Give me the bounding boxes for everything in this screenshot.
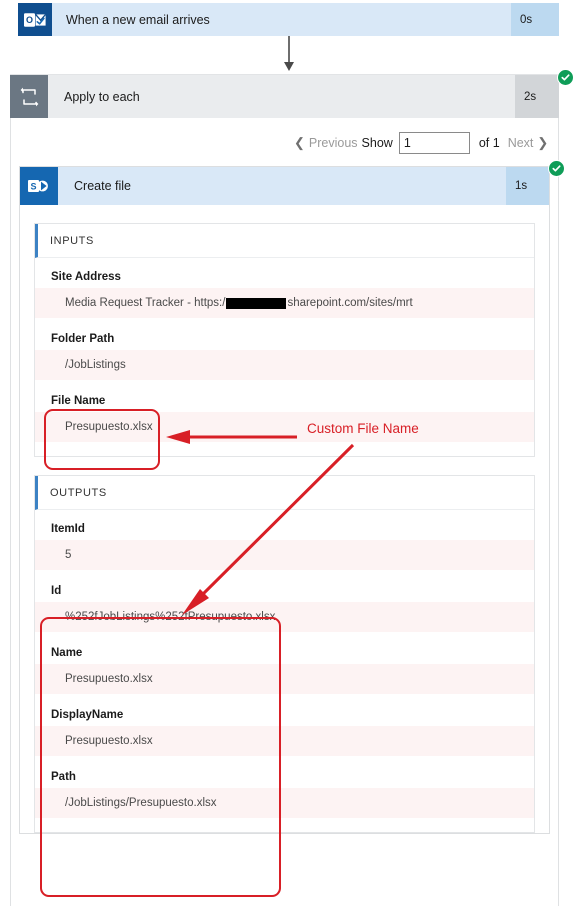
outlook-icon: O [18,3,52,36]
pagination-controls: ❮ Previous Show of 1 Next ❯ [290,130,552,156]
action-success-badge [548,160,565,177]
loop-duration: 2s [515,75,559,118]
loop-repeat-icon [10,75,48,118]
field-displayname: DisplayName Presupuesto.xlsx [35,696,534,756]
action-duration: 1s [506,167,549,205]
field-id: Id %252fJobListings%252fPresupuesto.xlsx [35,572,534,632]
trigger-card-when-a-new-email-arrives[interactable]: O When a new email arrives 0s [18,3,559,36]
sharepoint-icon: S [20,167,58,205]
action-title: Create file [74,179,131,193]
annotation-label-custom-file-name: Custom File Name [307,421,419,436]
flow-run-details-page: O When a new email arrives 0s Apply to e… [0,0,577,906]
svg-text:S: S [30,181,36,191]
chevron-right-icon[interactable]: ❯ [537,135,548,151]
next-button[interactable]: Next [508,136,534,150]
site-address-prefix: Media Request Tracker - https:/ [65,297,226,309]
trigger-duration: 0s [511,3,559,36]
field-path: Path /JobListings/Presupuesto.xlsx [35,758,534,818]
page-total-label: of 1 [478,136,500,150]
field-label: Path [51,771,76,783]
field-value: Presupuesto.xlsx [35,726,534,756]
inputs-section: INPUTS Site Address Media Request Tracke… [34,223,535,457]
redaction-block [226,297,287,309]
connector-arrow-icon [282,36,296,74]
field-label: Id [51,585,62,597]
loop-success-badge [557,69,574,86]
field-value: /JobListings/Presupuesto.xlsx [35,788,534,818]
previous-button[interactable]: Previous [309,136,358,150]
field-value: 5 [35,540,534,570]
inputs-section-header: INPUTS [35,224,534,258]
outputs-section-header: OUTPUTS [35,476,534,510]
field-value: Presupuesto.xlsx [35,412,534,442]
field-itemid: ItemId 5 [35,510,534,570]
page-number-input[interactable] [398,132,470,154]
chevron-left-icon[interactable]: ❮ [294,135,305,151]
site-address-suffix: sharepoint.com/sites/mrt [287,297,413,309]
outputs-section: OUTPUTS ItemId 5 Id %252fJobListings%252… [34,475,535,833]
field-label: Folder Path [51,333,115,345]
svg-text:O: O [26,15,33,25]
field-name: Name Presupuesto.xlsx [35,634,534,694]
action-header[interactable]: S Create file 1s [20,167,549,205]
field-value: Media Request Tracker - https:/ sharepoin… [35,288,534,318]
action-card-create-file: S Create file 1s INPUTS Site Address Med… [19,166,550,834]
loop-title: Apply to each [64,89,140,104]
field-label: DisplayName [51,709,124,721]
field-file-name: File Name Presupuesto.xlsx [35,382,534,442]
field-label: Name [51,647,83,659]
field-label: ItemId [51,523,85,535]
field-value: Presupuesto.xlsx [35,664,534,694]
field-label: File Name [51,395,106,407]
field-label: Site Address [51,271,121,283]
loop-card-apply-to-each[interactable]: Apply to each 2s [10,74,559,118]
field-folder-path: Folder Path /JobListings [35,320,534,380]
field-value: %252fJobListings%252fPresupuesto.xlsx [35,602,534,632]
trigger-title: When a new email arrives [52,3,511,36]
show-label: Show [361,136,393,150]
field-value: /JobListings [35,350,534,380]
field-site-address: Site Address Media Request Tracker - htt… [35,258,534,318]
